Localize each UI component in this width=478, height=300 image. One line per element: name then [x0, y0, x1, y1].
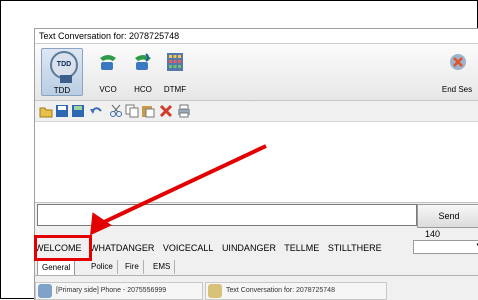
annotation-arrow-icon	[90, 144, 267, 236]
